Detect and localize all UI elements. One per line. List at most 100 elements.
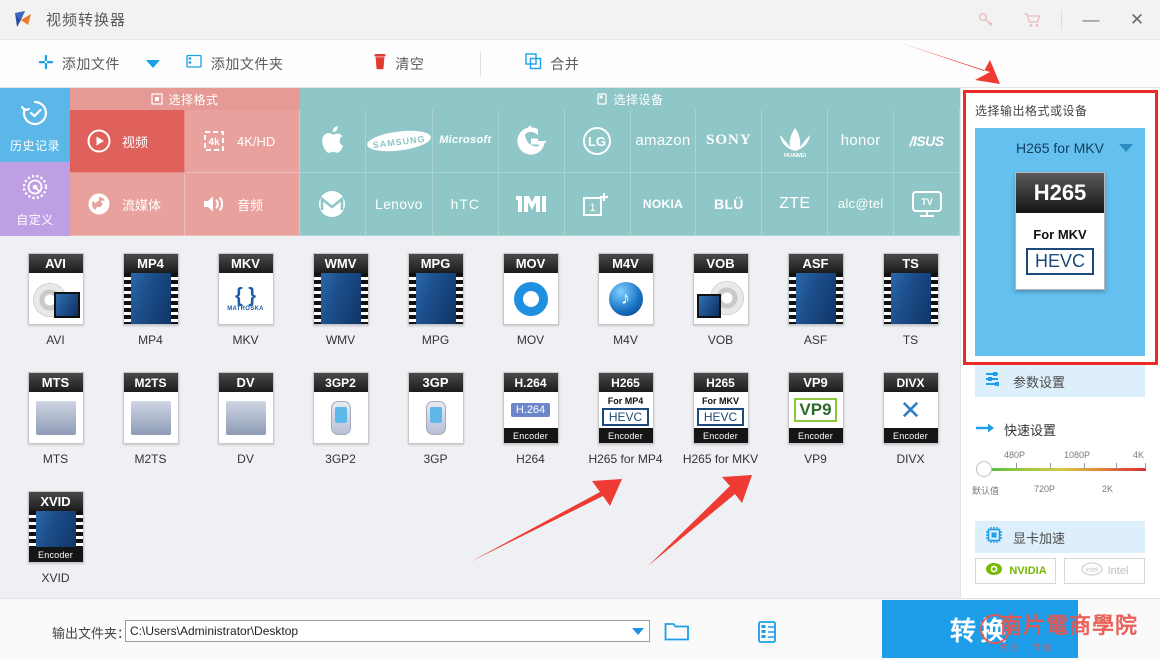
format-tab-4khd[interactable]: 4k 4K/HD [185,110,300,173]
slider-label-2k: 2K [1102,484,1114,494]
param-settings-button[interactable]: 参数设置 [975,365,1145,397]
device-huawei[interactable]: HUAWEI [762,110,829,173]
cart-icon[interactable] [1009,0,1055,40]
minimize-button[interactable]: — [1068,0,1114,40]
device-microsoft[interactable]: Microsoft [432,110,499,173]
device-zte[interactable]: ZTE [762,173,829,236]
format-item-wmv[interactable]: WMV WMV [293,244,388,363]
format-tab-audio[interactable]: 音频 [185,173,300,236]
format-item-m4v[interactable]: M4V ♪ M4V [578,244,673,363]
device-blu[interactable]: BLÜ [696,173,763,236]
svg-text:HUAWEI: HUAWEI [784,153,806,158]
format-label: VP9 [804,452,827,466]
format-sub: MATROSKA [227,305,264,312]
device-google[interactable] [498,110,565,173]
device-alcatel[interactable]: alc@tel [828,173,895,236]
title-bar: 视频转换器 — ✕ [0,0,1160,40]
device-honor[interactable]: honor [828,110,895,173]
svg-text:4k: 4k [208,137,220,148]
format-item-xvid[interactable]: XVID Encoder XVID [8,482,103,601]
format-item-mov[interactable]: MOV MOV [483,244,578,363]
quality-slider[interactable]: 480P 1080P 4K 默认值 720P 2K [970,450,1150,500]
format-label: MP4 [138,333,163,347]
clear-button[interactable]: 清空 [363,40,434,88]
gpu-accel-button[interactable]: 显卡加速 [975,521,1145,553]
device-category-header: 选择设备 [300,88,960,110]
format-item-ts[interactable]: TS TS [863,244,958,363]
format-item-m2ts[interactable]: M2TS M2TS [103,363,198,482]
format-item-dv[interactable]: DV DV [198,363,293,482]
device-tv[interactable]: TV [894,173,960,236]
slider-label-720p: 720P [1034,484,1056,494]
format-item-mpg[interactable]: MPG MPG [388,244,483,363]
apple-icon [322,126,344,153]
format-item-mts[interactable]: MTS MTS [8,363,103,482]
combobox-caret-icon[interactable] [629,623,647,639]
gpu-button-intel[interactable]: intel Intel [1064,558,1145,584]
format-badge: H.264 [503,373,558,392]
slider-tick [1145,463,1146,469]
format-badge: AVI [28,254,83,273]
gpu-button-nvidia[interactable]: NVIDIA [975,558,1056,584]
format-label: M4V [613,333,638,347]
format-item-asf[interactable]: ASF ASF [768,244,863,363]
slider-track[interactable] [984,468,1146,471]
slider-label-1080p: 1080P [1064,450,1091,460]
format-tab-stream[interactable]: 流媒体 [70,173,185,236]
close-button[interactable]: ✕ [1114,0,1160,40]
format-item-3gp[interactable]: 3GP 3GP [388,363,483,482]
tv-icon: TV [911,191,942,217]
output-folder-input[interactable]: C:\Users\Administrator\Desktop [125,620,650,642]
add-folder-button[interactable]: 添加文件夹 [176,40,294,88]
format-label: VOB [707,333,734,347]
device-asus[interactable]: /ISUS [894,110,960,173]
format-item-mkv[interactable]: MKV { } MATROSKA MKV [198,244,293,363]
format-item-divx[interactable]: DIVX ✕ Encoder DIVX [863,363,958,482]
oneplus-icon: 1 [583,193,609,216]
add-file-button[interactable]: ✛ 添加文件 [28,40,130,88]
camcorder-icon [35,400,76,435]
format-item-vob[interactable]: VOB VOB [673,244,768,363]
format-item-vp9[interactable]: VP9 VP9 Encoder VP9 [768,363,863,482]
device-nokia[interactable]: NOKIA [630,173,697,236]
device-amazon[interactable]: amazon [630,110,697,173]
slider-label-480p: 480P [1004,450,1026,460]
key-icon[interactable] [963,0,1009,40]
device-motorola[interactable] [300,173,366,236]
device-samsung[interactable]: SAMSUNG [365,110,433,173]
matroska-brace-icon: { } [234,284,257,307]
format-item-mp4[interactable]: MP4 MP4 [103,244,198,363]
sidebar-item-history[interactable]: 历史记录 [0,88,70,162]
format-item-3gp2[interactable]: 3GP2 3GP2 [293,363,388,482]
sidebar-item-custom[interactable]: 自定义 [0,162,70,236]
add-file-label: 添加文件 [61,55,120,72]
format-item-h265-mkv[interactable]: H265 For MKV HEVC Encoder H265 for MKV [673,363,768,482]
format-category-header-label: 选择格式 [168,92,219,107]
encoder-footer: Encoder [788,428,843,443]
device-lg[interactable]: LG [564,110,631,173]
convert-button[interactable]: 转换 [882,600,1078,658]
open-file-button[interactable] [757,620,783,644]
slider-tick [1116,463,1117,469]
format-label: H265 for MP4 [588,452,663,466]
slider-handle[interactable] [976,461,992,477]
format-badge: MPG [408,254,463,273]
format-badge: 3GP [408,373,463,392]
svg-text:TV: TV [921,197,933,207]
format-item-h264[interactable]: H.264 H.264 Encoder H264 [483,363,578,482]
codec-chip: VP9 [794,398,837,422]
device-mi[interactable] [498,173,565,236]
device-htc[interactable]: hTC [432,173,499,236]
format-badge: MKV [218,254,273,273]
format-item-h265-mp4[interactable]: H265 For MP4 HEVC Encoder H265 for MP4 [578,363,673,482]
device-apple[interactable] [300,110,366,173]
format-item-avi[interactable]: AVI AVI [8,244,103,363]
speaker-icon [201,191,227,217]
browse-folder-button[interactable] [664,620,690,642]
merge-button[interactable]: 合并 [515,40,589,88]
device-oneplus[interactable]: 1 [564,173,631,236]
add-file-dropdown[interactable] [130,40,176,88]
device-sony[interactable]: SONY [696,110,763,173]
format-tab-video[interactable]: 视频 [70,110,185,173]
device-lenovo[interactable]: Lenovo [365,173,433,236]
